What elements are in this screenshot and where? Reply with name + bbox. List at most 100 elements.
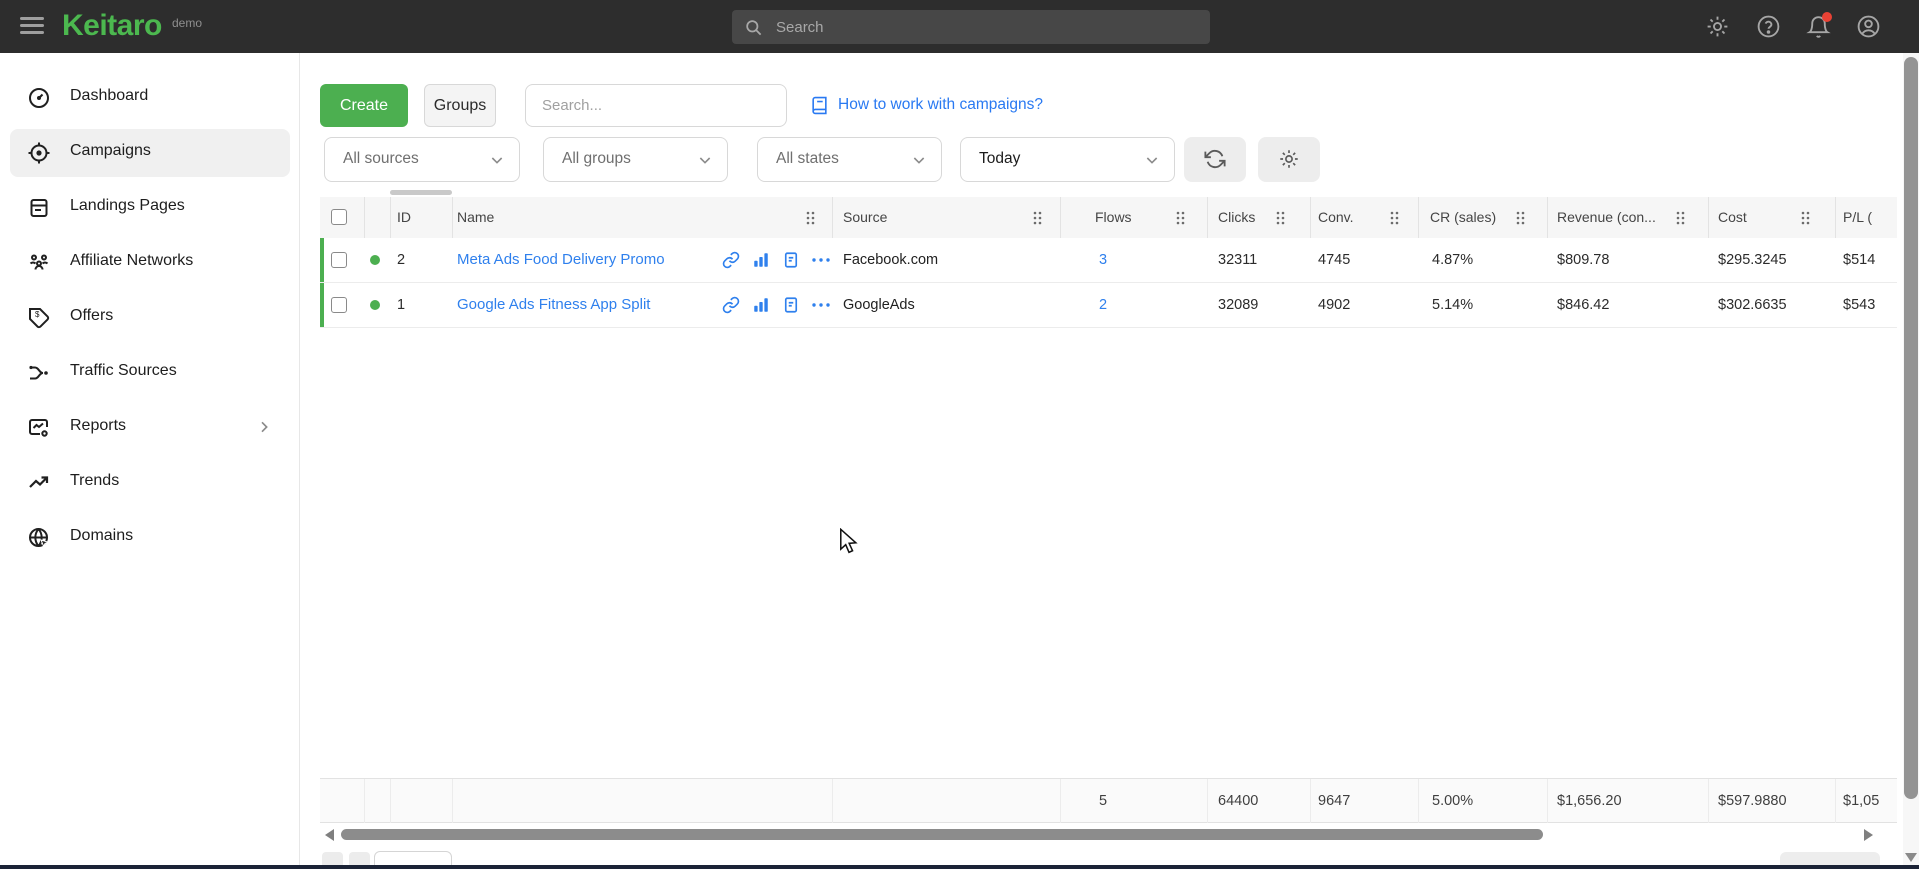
row-checkbox[interactable]	[331, 297, 347, 313]
mouse-cursor	[838, 528, 860, 554]
sidebar-item-landings-pages[interactable]: Landings Pages	[10, 184, 290, 232]
sidebar-item-trends[interactable]: Trends	[10, 459, 290, 507]
tag-icon: $	[27, 306, 51, 330]
bottom-bar-edge	[0, 865, 1919, 869]
campaign-name-link[interactable]: Meta Ads Food Delivery Promo	[457, 238, 665, 282]
column-grip-icon[interactable]	[1676, 211, 1685, 225]
gauge-icon	[27, 86, 51, 110]
column-grip-icon[interactable]	[1176, 211, 1185, 225]
document-icon	[27, 196, 51, 220]
cell-id: 2	[397, 238, 405, 282]
sidebar-item-traffic-sources[interactable]: Traffic Sources	[10, 349, 290, 397]
cell-cr: 5.14%	[1432, 283, 1473, 327]
topbar: Keitaro demo	[0, 0, 1919, 53]
column-grip-icon[interactable]	[1801, 211, 1810, 225]
column-header-cr[interactable]: CR (sales)	[1430, 197, 1496, 238]
table-settings-button[interactable]	[1258, 137, 1320, 182]
states-filter-dropdown[interactable]: All states	[757, 137, 942, 182]
column-header-name[interactable]: Name	[457, 197, 494, 238]
column-header-source[interactable]: Source	[843, 197, 887, 238]
groups-filter-dropdown[interactable]: All groups	[543, 137, 728, 182]
column-header-id[interactable]: ID	[397, 197, 411, 238]
help-icon[interactable]	[1756, 14, 1781, 39]
cell-clicks: 32089	[1218, 283, 1258, 327]
column-grip-icon[interactable]	[1516, 211, 1525, 225]
vertical-scrollbar-thumb[interactable]	[1904, 57, 1918, 799]
environment-badge: demo	[172, 16, 202, 30]
vscroll-down-arrow[interactable]	[1905, 853, 1917, 862]
people-icon	[27, 251, 51, 275]
groups-button[interactable]: Groups	[424, 84, 496, 127]
flows-link[interactable]: 3	[1099, 238, 1107, 282]
column-grip-icon[interactable]	[1033, 211, 1042, 225]
global-search[interactable]	[732, 10, 1210, 44]
table-row[interactable]: 1 Google Ads Fitness App Split GoogleAds…	[320, 283, 1897, 328]
settings-icon[interactable]	[1705, 14, 1730, 39]
chevron-down-icon	[697, 152, 713, 168]
cell-source: GoogleAds	[843, 283, 915, 327]
sources-filter-dropdown[interactable]: All sources	[324, 137, 520, 182]
flows-link[interactable]: 2	[1099, 283, 1107, 327]
more-actions-icon[interactable]	[812, 303, 830, 307]
cell-revenue: $846.42	[1557, 283, 1609, 327]
column-grip-icon[interactable]	[806, 211, 815, 225]
campaign-name-link[interactable]: Google Ads Fitness App Split	[457, 283, 650, 327]
sidebar-item-reports[interactable]: Reports	[10, 404, 290, 452]
chevron-down-icon	[911, 152, 927, 168]
campaigns-search-input[interactable]	[525, 84, 787, 127]
column-header-cost[interactable]: Cost	[1718, 197, 1747, 238]
column-header-flows[interactable]: Flows	[1095, 197, 1132, 238]
app-root: Keitaro demo	[0, 0, 1919, 869]
horizontal-scrollbar-thumb[interactable]	[341, 829, 1543, 840]
link-icon[interactable]	[722, 296, 740, 314]
chevron-down-icon	[489, 152, 505, 168]
column-header-revenue[interactable]: Revenue (con...	[1557, 197, 1656, 238]
status-dot	[370, 300, 380, 310]
select-all-checkbox[interactable]	[331, 209, 347, 225]
sidebar-item-domains[interactable]: Domains	[10, 514, 290, 562]
sidebar-item-offers[interactable]: $ Offers	[10, 294, 290, 342]
column-header-pl[interactable]: P/L (	[1843, 197, 1872, 238]
account-icon[interactable]	[1856, 14, 1881, 39]
column-grip-icon[interactable]	[1276, 211, 1285, 225]
note-icon[interactable]	[782, 296, 800, 314]
column-grip-icon[interactable]	[1390, 211, 1399, 225]
hscroll-right-arrow[interactable]	[1864, 829, 1873, 841]
sidebar-item-campaigns[interactable]: Campaigns	[10, 129, 290, 177]
refresh-button[interactable]	[1184, 137, 1246, 182]
column-header-clicks[interactable]: Clicks	[1218, 197, 1255, 238]
create-button[interactable]: Create	[320, 84, 408, 127]
note-icon[interactable]	[782, 251, 800, 269]
bar-chart-icon[interactable]	[752, 296, 770, 314]
table-row[interactable]: 2 Meta Ads Food Delivery Promo Facebook.…	[320, 238, 1897, 283]
more-actions-icon[interactable]	[812, 258, 830, 262]
bar-chart-icon[interactable]	[752, 251, 770, 269]
globe-icon	[27, 526, 51, 550]
gear-icon	[1278, 148, 1300, 170]
date-range-dropdown[interactable]: Today	[960, 137, 1175, 182]
sidebar: Dashboard Campaigns Landings Pages Affil…	[0, 53, 300, 869]
total-cost: $597.9880	[1718, 779, 1787, 823]
total-flows: 5	[1099, 779, 1107, 823]
hscroll-left-arrow[interactable]	[325, 829, 334, 841]
app-logo: Keitaro	[62, 9, 162, 43]
link-icon[interactable]	[722, 251, 740, 269]
table-header: ID Name Source Flows Clicks Conv. CR (sa…	[320, 197, 1897, 238]
table-top-scrollbar[interactable]	[390, 190, 452, 195]
book-icon	[810, 96, 829, 115]
hamburger-menu-icon[interactable]	[20, 17, 44, 36]
sidebar-item-affiliate-networks[interactable]: Affiliate Networks	[10, 239, 290, 287]
target-icon	[27, 141, 51, 165]
cell-pl: $543	[1843, 283, 1875, 327]
cell-clicks: 32311	[1218, 238, 1257, 282]
column-header-conv[interactable]: Conv.	[1318, 197, 1354, 238]
cell-cost: $295.3245	[1718, 238, 1787, 282]
help-campaigns-link[interactable]: How to work with campaigns?	[838, 96, 1043, 114]
cell-conv: 4745	[1318, 238, 1350, 282]
row-checkbox[interactable]	[331, 252, 347, 268]
cell-pl: $514	[1843, 238, 1875, 282]
sidebar-item-dashboard[interactable]: Dashboard	[10, 74, 290, 122]
global-search-input[interactable]	[776, 10, 1196, 44]
cell-conv: 4902	[1318, 283, 1350, 327]
cell-cr: 4.87%	[1432, 238, 1473, 282]
